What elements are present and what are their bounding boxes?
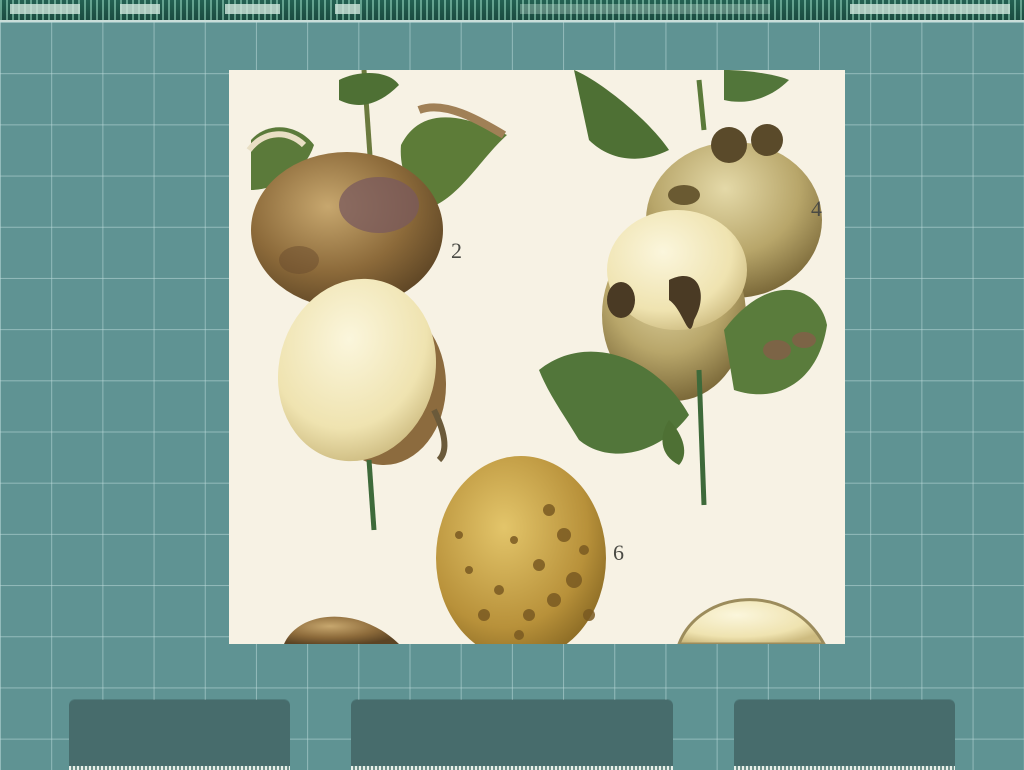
- figure-label-4: 4: [811, 196, 822, 221]
- specimen-6: 6: [436, 456, 624, 644]
- figure-label-6: 6: [613, 540, 624, 565]
- partial-specimen-bottom-left: [284, 616, 399, 644]
- decorative-header-strip: [0, 0, 1024, 22]
- nav-button-right[interactable]: [734, 700, 955, 770]
- specimen-2: 2: [246, 70, 507, 531]
- specimen-4: 4: [539, 70, 827, 506]
- partial-specimen-bottom-right: [677, 598, 826, 644]
- nav-button-center[interactable]: [351, 700, 673, 770]
- potato-disease-illustration: 2 4 6: [229, 70, 845, 644]
- figure-label-2: 2: [451, 238, 462, 263]
- nav-button-left[interactable]: [69, 700, 290, 770]
